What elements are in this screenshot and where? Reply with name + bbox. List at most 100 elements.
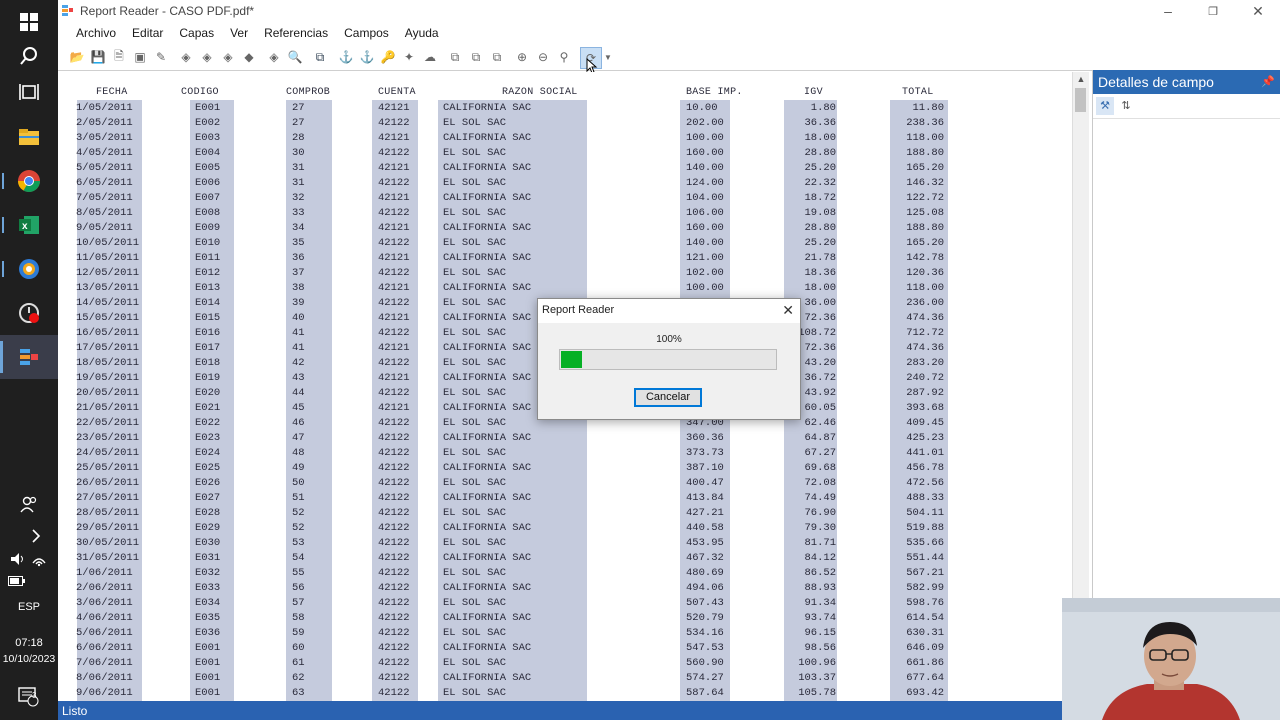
cell-cuenta[interactable]: 42122	[378, 296, 418, 311]
cell-base[interactable]: 360.36	[686, 431, 730, 446]
cell-total[interactable]: 142.78	[890, 251, 944, 266]
cell-base[interactable]: 494.06	[686, 581, 730, 596]
cell-base[interactable]: 387.10	[686, 461, 730, 476]
cell-cuenta[interactable]: 42122	[378, 596, 418, 611]
cell-igv[interactable]: 100.96	[784, 656, 836, 671]
cell-comprob[interactable]: 27	[292, 116, 332, 131]
cell-base[interactable]: 373.73	[686, 446, 730, 461]
cell-comprob[interactable]: 38	[292, 281, 332, 296]
cell-comprob[interactable]: 51	[292, 491, 332, 506]
cell-codigo[interactable]: E004	[195, 146, 235, 161]
cell-base[interactable]: 100.00	[686, 131, 730, 146]
cell-codigo[interactable]: E031	[195, 551, 235, 566]
cell-igv[interactable]: 28.80	[784, 146, 836, 161]
cell-fecha[interactable]: 12/05/2011	[76, 266, 146, 281]
cell-total[interactable]: 238.36	[890, 116, 944, 131]
zoom-in-icon[interactable]: ⊕	[514, 49, 530, 65]
cell-base[interactable]: 104.00	[686, 191, 730, 206]
cell-razon[interactable]: EL SOL SAC	[443, 446, 583, 461]
cell-base[interactable]: 534.16	[686, 626, 730, 641]
cell-comprob[interactable]: 56	[292, 581, 332, 596]
menu-ver[interactable]: Ver	[222, 22, 256, 44]
report-reader-taskbar-icon[interactable]	[0, 335, 58, 379]
cell-fecha[interactable]: 30/05/2011	[76, 536, 146, 551]
cell-base[interactable]: 427.21	[686, 506, 730, 521]
cell-fecha[interactable]: 11/05/2011	[76, 251, 146, 266]
cell-cuenta[interactable]: 42122	[378, 176, 418, 191]
cell-cuenta[interactable]: 42121	[378, 251, 418, 266]
cell-igv[interactable]: 1.80	[784, 101, 836, 116]
excel-icon[interactable]: x	[0, 203, 58, 247]
cell-cuenta[interactable]: 42122	[378, 491, 418, 506]
cell-total[interactable]: 409.45	[890, 416, 944, 431]
cell-base[interactable]: 121.00	[686, 251, 730, 266]
diamond-minus-icon[interactable]: ◈	[220, 49, 236, 65]
cell-fecha[interactable]: 18/05/2011	[76, 356, 146, 371]
cell-igv[interactable]: 18.72	[784, 191, 836, 206]
language-indicator[interactable]: ESP	[0, 601, 58, 613]
cell-codigo[interactable]: E013	[195, 281, 235, 296]
cell-base[interactable]: 574.27	[686, 671, 730, 686]
dropdown-arrow-icon[interactable]: ▼	[600, 49, 616, 65]
cell-cuenta[interactable]: 42121	[378, 221, 418, 236]
cell-igv[interactable]: 22.32	[784, 176, 836, 191]
cell-total[interactable]: 630.31	[890, 626, 944, 641]
cell-igv[interactable]: 96.15	[784, 626, 836, 641]
menu-campos[interactable]: Campos	[336, 22, 397, 44]
pin-icon[interactable]: 📌	[1261, 75, 1275, 88]
cell-cuenta[interactable]: 42122	[378, 266, 418, 281]
cell-igv[interactable]: 67.27	[784, 446, 836, 461]
cell-cuenta[interactable]: 42121	[378, 341, 418, 356]
cell-base[interactable]: 587.64	[686, 686, 730, 701]
cell-fecha[interactable]: 7/06/2011	[76, 656, 146, 671]
cell-comprob[interactable]: 31	[292, 161, 332, 176]
cell-total[interactable]: 122.72	[890, 191, 944, 206]
cell-comprob[interactable]: 60	[292, 641, 332, 656]
cell-codigo[interactable]: E029	[195, 521, 235, 536]
cell-cuenta[interactable]: 42121	[378, 311, 418, 326]
cell-cuenta[interactable]: 42121	[378, 401, 418, 416]
cell-igv[interactable]: 36.36	[784, 116, 836, 131]
cell-total[interactable]: 240.72	[890, 371, 944, 386]
cell-fecha[interactable]: 17/05/2011	[76, 341, 146, 356]
cell-cuenta[interactable]: 42122	[378, 146, 418, 161]
cell-comprob[interactable]: 49	[292, 461, 332, 476]
cell-comprob[interactable]: 62	[292, 671, 332, 686]
cell-comprob[interactable]: 37	[292, 266, 332, 281]
zoom-fit-icon[interactable]: ⚲	[556, 49, 572, 65]
cell-comprob[interactable]: 35	[292, 236, 332, 251]
cell-comprob[interactable]: 46	[292, 416, 332, 431]
cell-total[interactable]: 504.11	[890, 506, 944, 521]
cell-razon[interactable]: CALIFORNIA SAC	[443, 671, 583, 686]
cell-base[interactable]: 106.00	[686, 206, 730, 221]
diamond-plus-icon[interactable]: ◈	[199, 49, 215, 65]
cell-total[interactable]: 118.00	[890, 131, 944, 146]
cell-fecha[interactable]: 28/05/2011	[76, 506, 146, 521]
cell-fecha[interactable]: 9/05/2011	[76, 221, 146, 236]
cell-codigo[interactable]: E018	[195, 356, 235, 371]
cell-fecha[interactable]: 3/06/2011	[76, 596, 146, 611]
cell-cuenta[interactable]: 42122	[378, 536, 418, 551]
cell-cuenta[interactable]: 42122	[378, 581, 418, 596]
close-icon[interactable]: ✕	[1236, 0, 1280, 22]
cell-codigo[interactable]: E002	[195, 116, 235, 131]
cell-fecha[interactable]: 14/05/2011	[76, 296, 146, 311]
cell-cuenta[interactable]: 42122	[378, 326, 418, 341]
minimize-icon[interactable]: –	[1146, 0, 1190, 22]
browser-icon[interactable]	[0, 247, 58, 291]
menu-capas[interactable]: Capas	[171, 22, 222, 44]
cell-razon[interactable]: CALIFORNIA SAC	[443, 431, 583, 446]
cell-base[interactable]: 10.00	[686, 101, 730, 116]
cell-comprob[interactable]: 47	[292, 431, 332, 446]
cell-base[interactable]: 202.00	[686, 116, 730, 131]
cell-comprob[interactable]: 43	[292, 371, 332, 386]
pages-paste-icon[interactable]: ⧉	[489, 49, 505, 65]
cell-razon[interactable]: EL SOL SAC	[443, 176, 583, 191]
cell-igv[interactable]: 86.52	[784, 566, 836, 581]
cell-cuenta[interactable]: 42122	[378, 686, 418, 701]
cell-igv[interactable]: 18.36	[784, 266, 836, 281]
menu-ayuda[interactable]: Ayuda	[397, 22, 447, 44]
cell-razon[interactable]: EL SOL SAC	[443, 566, 583, 581]
cell-cuenta[interactable]: 42122	[378, 446, 418, 461]
cell-razon[interactable]: EL SOL SAC	[443, 206, 583, 221]
